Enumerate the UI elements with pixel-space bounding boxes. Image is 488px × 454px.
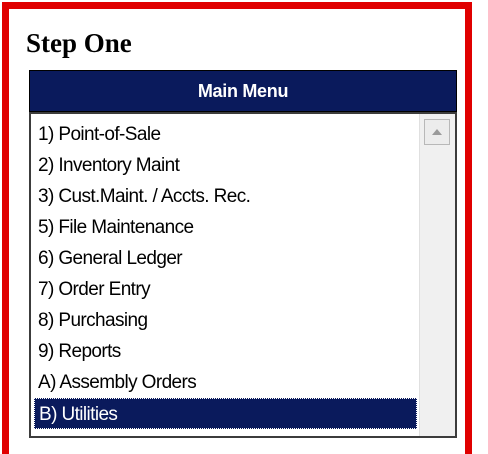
vertical-scrollbar[interactable] [419, 114, 455, 436]
menu-item-reports[interactable]: 9) Reports [34, 336, 417, 367]
menu-item-file-maintenance[interactable]: 5) File Maintenance [34, 212, 417, 243]
menu-item-point-of-sale[interactable]: 1) Point-of-Sale [34, 119, 417, 150]
menu-item-utilities[interactable]: B) Utilities [34, 398, 417, 429]
main-menu-items: 1) Point-of-Sale 2) Inventory Maint 3) C… [34, 119, 417, 429]
scroll-up-button[interactable] [424, 119, 450, 145]
menu-item-order-entry[interactable]: 7) Order Entry [34, 274, 417, 305]
menu-item-inventory-maint[interactable]: 2) Inventory Maint [34, 150, 417, 181]
menu-item-cust-maint[interactable]: 3) Cust.Maint. / Accts. Rec. [34, 181, 417, 212]
menu-item-assembly-orders[interactable]: A) Assembly Orders [34, 367, 417, 398]
scroll-up-arrow-icon [432, 129, 442, 135]
main-menu-title: Main Menu [197, 80, 289, 101]
menu-item-general-ledger[interactable]: 6) General Ledger [34, 243, 417, 274]
menu-item-purchasing[interactable]: 8) Purchasing [34, 305, 417, 336]
main-menu-header: Main Menu [29, 70, 457, 112]
step-title: Step One [26, 28, 132, 58]
main-menu-list[interactable]: 1) Point-of-Sale 2) Inventory Maint 3) C… [29, 112, 457, 438]
